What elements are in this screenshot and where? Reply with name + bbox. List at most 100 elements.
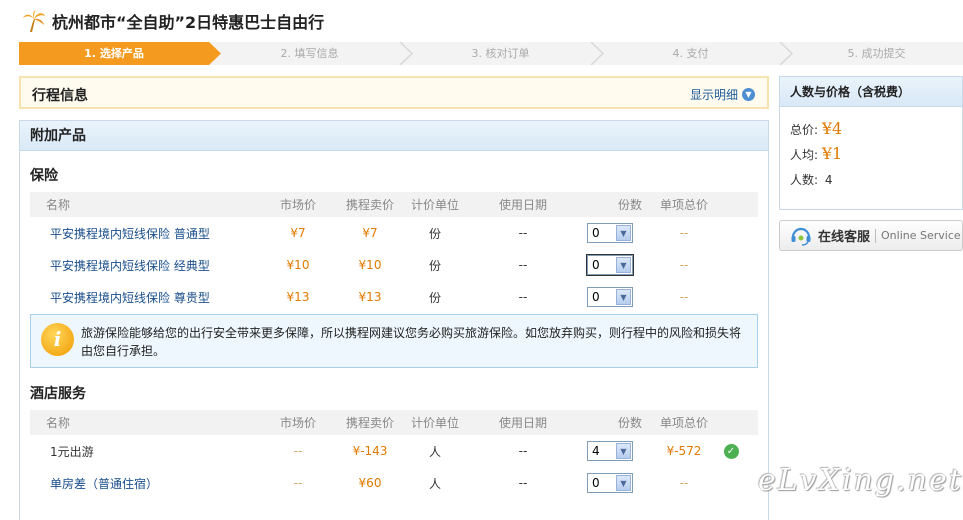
item-total: -- [679,290,689,304]
quantity-value: 0 [592,258,600,272]
unit: 人 [428,476,441,491]
sale-price: ¥13 [358,290,382,304]
chevron-down-icon: ▼ [616,257,631,273]
product-name-link[interactable]: 平安携程境内短线保险 经典型 [50,249,250,281]
headset-icon [791,227,811,246]
people-count-value: 4 [824,173,833,187]
total-price-value: ¥4 [821,119,843,138]
insurance-table-header: 名称 市场价 携程卖价 计价单位 使用日期 份数 单项总价 [30,192,758,217]
average-price-label: 人均: [790,148,819,162]
use-date: -- [518,226,528,240]
step-fill-info: 2. 填写信息 [280,47,339,60]
quantity-value: 0 [592,476,600,490]
market-price: ¥10 [286,258,310,272]
chevron-down-icon: ▼ [616,289,631,305]
insurance-notice: i 旅游保险能够给您的出行安全带来更多保障，所以携程网建议您务必购买旅游保险。如… [30,314,758,368]
chevron-down-icon: ▼ [742,88,755,101]
col-name: 名称 [45,416,70,430]
insurance-notice-text: 旅游保险能够给您的出行安全带来更多保障，所以携程网建议您务必购买旅游保险。如您放… [81,326,742,358]
unit: 份 [428,290,441,305]
addon-products-panel: 附加产品 保险 名称 市场价 携程卖价 计价单位 使用日期 份数 单项总价 平安… [19,120,769,520]
table-row: 平安携程境内短线保险 经典型 ¥10 ¥10 份 -- 0 ▼ -- [30,249,758,281]
people-count-row: 人数: 4 [790,171,833,188]
online-service-cn: 在线客服 [818,230,871,245]
online-service-button[interactable]: 在线客服 Online Service [779,220,963,251]
price-summary-panel: 人数与价格（含税费） 总价: ¥4 人均: ¥1 人数: 4 [779,76,963,210]
quantity-cell: 0 ▼ [587,281,633,313]
quantity-cell: 0 ▼ [587,217,633,249]
col-quantity: 份数 [617,416,642,430]
sale-price: ¥-143 [352,444,388,458]
trip-info-title: 行程信息 [32,88,88,104]
addon-products-title: 附加产品 [20,121,768,151]
col-unit: 计价单位 [410,416,459,430]
use-date: -- [518,258,528,272]
quantity-select[interactable]: 0 ▼ [587,287,633,307]
chevron-down-icon: ▼ [616,225,631,241]
step-confirm-order: 3. 核对订单 [471,47,530,60]
palm-tree-icon [23,10,45,32]
product-name-link[interactable]: 单房差（普通住宿） [50,467,250,499]
col-market-price: 市场价 [279,416,316,430]
quantity-select[interactable]: 4 ▼ [587,441,633,461]
table-row: 平安携程境内短线保险 普通型 ¥7 ¥7 份 -- 0 ▼ -- [30,217,758,249]
col-item-total: 单项总价 [659,416,708,430]
chevron-down-icon: ▼ [616,475,631,491]
hotel-section-title: 酒店服务 [30,386,86,402]
item-total: -- [679,258,689,272]
included-cell: ✓ [723,435,739,467]
show-details-link[interactable]: 显示明细 ▼ [690,86,755,103]
col-market-price: 市场价 [279,198,316,212]
col-name: 名称 [45,198,70,212]
quantity-cell: 0 ▼ [587,467,633,499]
sale-price: ¥10 [358,258,382,272]
chevron-down-icon: ▼ [616,443,631,459]
trip-info-panel: 行程信息 显示明细 ▼ [19,76,769,109]
people-count-label: 人数: [790,173,819,187]
col-quantity: 份数 [617,198,642,212]
online-service-en: Online Service [881,229,961,242]
quantity-cell: 4 ▼ [587,435,633,467]
col-use-date: 使用日期 [498,198,547,212]
use-date: -- [518,476,528,490]
product-name-link[interactable]: 平安携程境内短线保险 尊贵型 [50,281,250,313]
check-circle-icon: ✓ [723,443,739,459]
sale-price: ¥7 [362,226,378,240]
col-sale-price: 携程卖价 [345,198,394,212]
quantity-select[interactable]: 0 ▼ [587,473,633,493]
step-submit-success: 5. 成功提交 [847,47,906,60]
show-details-label: 显示明细 [689,88,738,102]
item-total: -- [679,226,689,240]
product-name-link[interactable]: 平安携程境内短线保险 普通型 [50,217,250,249]
quantity-value: 4 [592,444,600,458]
service-divider [875,228,877,243]
quantity-cell: 0 ▼ [586,249,634,281]
market-price: -- [293,476,303,490]
col-use-date: 使用日期 [498,416,547,430]
quantity-select[interactable]: 0 ▼ [586,254,634,276]
use-date: -- [518,444,528,458]
market-price: ¥13 [286,290,310,304]
market-price: ¥7 [290,226,306,240]
quantity-value: 0 [592,226,600,240]
col-unit: 计价单位 [410,198,459,212]
step-payment: 4. 支付 [672,47,709,60]
table-row: 单房差（普通住宿） -- ¥60 人 -- 0 ▼ -- [30,467,758,499]
table-row: 平安携程境内短线保险 尊贵型 ¥13 ¥13 份 -- 0 ▼ -- [30,281,758,313]
watermark: eLvXing.net [758,463,963,498]
unit: 人 [428,444,441,459]
quantity-select[interactable]: 0 ▼ [587,223,633,243]
total-price-label: 总价: [790,123,819,137]
item-total: ¥-572 [666,444,702,458]
product-name: 1元出游 [50,444,94,459]
average-price-value: ¥1 [821,144,843,163]
page-header: 杭州都市“全自助”2日特惠巴士自由行 [22,8,324,34]
hotel-table-header: 名称 市场价 携程卖价 计价单位 使用日期 份数 单项总价 [30,410,758,435]
unit: 份 [428,226,441,241]
progress-steps: 1. 选择产品 2. 填写信息 3. 核对订单 4. 支付 5. 成功提交 [19,42,963,65]
info-icon: i [41,323,74,356]
average-price-row: 人均: ¥1 [790,144,842,163]
quantity-value: 0 [592,290,600,304]
price-summary-title: 人数与价格（含税费） [780,77,962,107]
use-date: -- [518,290,528,304]
